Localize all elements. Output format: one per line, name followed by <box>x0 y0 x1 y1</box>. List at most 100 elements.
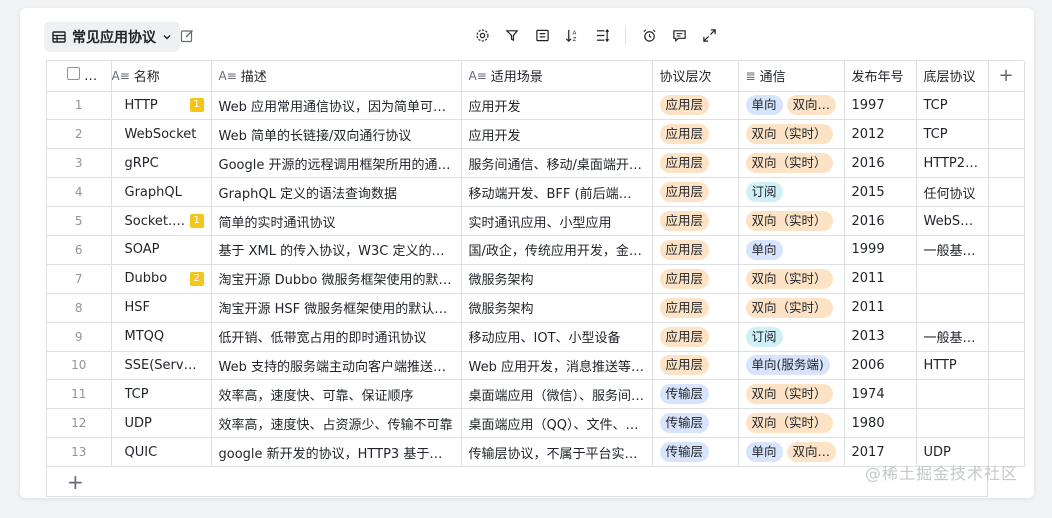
cell-layer[interactable]: 应用层 <box>652 264 739 294</box>
column-header-base[interactable]: 底层协议 <box>916 61 989 92</box>
table-row[interactable]: 7 Dubbo 2 淘宝开源 Dubbo 微服务框架使用的默认… 微服务架构 应用层 双向（… <box>47 264 1025 294</box>
cell-year[interactable]: 2012 <box>844 119 917 150</box>
comment-count-badge[interactable]: 1 <box>189 214 204 228</box>
cell-base[interactable] <box>916 293 989 323</box>
cell-scene[interactable]: 微服务架构 <box>461 293 653 323</box>
cell-scene[interactable]: 桌面端应用（QQ）、文件、… <box>461 408 653 439</box>
table-row[interactable]: 10 SSE(Server-… Web 支持的服务端主动向客户端推送的…Web 应用… <box>47 351 1025 381</box>
cell-desc[interactable]: Web 应用常用通信协议，因为简单可靠… <box>211 91 462 121</box>
cell-layer[interactable]: 应用层 <box>652 177 739 208</box>
cell-comm[interactable]: 双向（实时） <box>738 119 845 150</box>
cell-layer[interactable]: 应用层 <box>652 119 739 150</box>
cell-desc[interactable]: google 新开发的协议，HTTP3 基于它… <box>211 437 462 468</box>
row-height-icon[interactable] <box>593 26 611 44</box>
cell-desc[interactable]: Web 简单的长链接/双向通行协议 <box>211 119 462 150</box>
cell-comm[interactable]: 双向（实时） <box>738 408 845 439</box>
cell-base[interactable]: WebSo… <box>916 206 989 236</box>
table-row[interactable]: 11 TCP 效率高，速度快、可靠、保证顺序 桌面端应用（微信）、服务间… 传输层 双向（… <box>47 379 1025 410</box>
column-header-desc[interactable]: A≡ 描述 <box>211 61 462 92</box>
cell-desc[interactable]: 淘宝开源 Dubbo 微服务框架使用的默认… <box>211 264 462 294</box>
table-row[interactable]: 4 GraphQL GraphQL 定义的语法查询数据 移动端开发、BFF (前后端中… <box>47 177 1025 208</box>
cell-scene[interactable]: 微服务架构 <box>461 264 653 294</box>
group-icon[interactable] <box>533 26 551 44</box>
edit-icon[interactable] <box>180 29 194 47</box>
cell-comm[interactable]: 双向（实时） <box>738 148 845 179</box>
cell-year[interactable]: 2011 <box>844 293 917 323</box>
cell-year[interactable]: 2016 <box>844 206 917 236</box>
table-row[interactable]: 5 Socket.IO 1 简单的实时通讯协议 实时通讯应用、小型应用 应用层 双向（实时）… <box>47 206 1025 236</box>
cell-name[interactable]: Dubbo 2 <box>111 264 212 294</box>
cell-scene[interactable]: Web 应用开发，消息推送等… <box>461 351 653 381</box>
cell-base[interactable]: HTTP2… <box>916 148 989 179</box>
cell-layer[interactable]: 应用层 <box>652 206 739 236</box>
cell-comm[interactable]: 单向 <box>738 235 845 265</box>
cell-layer[interactable]: 应用层 <box>652 235 739 265</box>
cell-comm[interactable]: 单向 双向… <box>738 91 845 121</box>
table-row[interactable]: 1 HTTP 1 Web 应用常用通信协议，因为简单可靠… 应用开发 应用层 单向 双向… 19… <box>47 91 1025 121</box>
cell-name[interactable]: SSE(Server-… <box>111 351 212 381</box>
cell-year[interactable]: 1997 <box>844 91 917 121</box>
cell-scene[interactable]: 移动端开发、BFF (前后端中… <box>461 177 653 208</box>
cell-name[interactable]: GraphQL <box>111 177 212 208</box>
cell-year[interactable]: 1999 <box>844 235 917 265</box>
table-row[interactable]: 8 HSF 淘宝开源 HSF 微服务框架使用的默认协议 微服务架构 应用层 双向（实时） 2… <box>47 293 1025 323</box>
cell-name[interactable]: HSF <box>111 293 212 323</box>
cell-name[interactable]: QUIC <box>111 437 212 468</box>
cell-base[interactable] <box>916 264 989 294</box>
cell-base[interactable]: TCP <box>916 91 989 121</box>
expand-icon[interactable] <box>700 26 718 44</box>
column-header-year[interactable]: 发布年号 <box>844 61 917 92</box>
cell-comm[interactable]: 双向（实时） <box>738 264 845 294</box>
cell-layer[interactable]: 应用层 <box>652 322 739 352</box>
table-row[interactable]: 12 UDP 效率高，速度快、占资源少、传输不可靠 桌面端应用（QQ）、文件、… 传输层… <box>47 408 1025 439</box>
table-row[interactable]: 6 SOAP 基于 XML 的传入协议，W3C 定义的古… 国/政企，传统应用开发，金… <box>47 235 1025 265</box>
column-header-name[interactable]: A≡ 名称 <box>111 61 212 92</box>
cell-comm[interactable]: 双向（实时） <box>738 206 845 236</box>
cell-name[interactable]: MTQQ <box>111 322 212 352</box>
comment-count-badge[interactable]: 2 <box>189 271 204 286</box>
cell-name[interactable]: Socket.IO 1 <box>111 206 212 236</box>
cell-layer[interactable]: 传输层 <box>652 408 739 439</box>
cell-desc[interactable]: 效率高，速度快、占资源少、传输不可靠 <box>211 408 462 439</box>
add-row-button[interactable]: + <box>47 467 988 498</box>
cell-scene[interactable]: 移动应用、IOT、小型设备 <box>461 322 653 352</box>
cell-base[interactable]: 任何协议 <box>916 177 989 208</box>
view-tab[interactable]: 常见应用协议 <box>44 22 180 52</box>
cell-scene[interactable]: 桌面端应用（微信）、服务间… <box>461 379 653 410</box>
cell-base[interactable] <box>916 408 989 439</box>
cell-desc[interactable]: 基于 XML 的传入协议，W3C 定义的古… <box>211 235 462 265</box>
cell-comm[interactable]: 单向 双向… <box>738 437 845 468</box>
cell-desc[interactable]: GraphQL 定义的语法查询数据 <box>211 177 462 208</box>
cell-name[interactable]: SOAP <box>111 235 212 265</box>
cell-year[interactable]: 2011 <box>844 264 917 294</box>
cell-name[interactable]: gRPC <box>111 148 212 179</box>
settings-icon[interactable] <box>473 26 491 44</box>
cell-scene[interactable]: 传输层协议，不属于平台实现… <box>461 437 653 468</box>
cell-comm[interactable]: 单向(服务端) <box>738 351 845 381</box>
add-column-button[interactable]: + <box>988 61 1025 92</box>
cell-desc[interactable]: 简单的实时通讯协议 <box>211 206 462 236</box>
cell-year[interactable]: 2015 <box>844 177 917 208</box>
cell-year[interactable]: 2006 <box>844 351 917 381</box>
cell-name[interactable]: TCP <box>111 379 212 410</box>
cell-layer[interactable]: 应用层 <box>652 293 739 323</box>
cell-base[interactable]: 一般基… <box>916 235 989 265</box>
cell-desc[interactable]: Web 支持的服务端主动向客户端推送的… <box>211 351 462 381</box>
comment-count-badge[interactable]: 1 <box>189 98 204 113</box>
cell-year[interactable]: 1980 <box>844 408 917 439</box>
cell-scene[interactable]: 实时通讯应用、小型应用 <box>461 206 653 236</box>
cell-comm[interactable]: 订阅 <box>738 322 845 352</box>
cell-desc[interactable]: 淘宝开源 HSF 微服务框架使用的默认协议 <box>211 293 462 323</box>
cell-name[interactable]: HTTP 1 <box>111 91 212 121</box>
cell-comm[interactable]: 双向（实时） <box>738 293 845 323</box>
cell-scene[interactable]: 应用开发 <box>461 119 653 150</box>
sort-icon[interactable]: AZ <box>563 26 581 44</box>
column-header-comm[interactable]: ≣ 通信 <box>738 61 845 92</box>
table-row[interactable]: 2 WebSocket Web 简单的长链接/双向通行协议 应用开发 应用层 双向（实时）… <box>47 119 1025 150</box>
chevron-down-icon[interactable] <box>162 32 172 42</box>
cell-desc[interactable]: 效率高，速度快、可靠、保证顺序 <box>211 379 462 410</box>
cell-comm[interactable]: 订阅 <box>738 177 845 208</box>
select-all-cell[interactable]: 🔒 <box>47 61 112 92</box>
cell-layer[interactable]: 应用层 <box>652 91 739 121</box>
cell-scene[interactable]: 国/政企，传统应用开发，金… <box>461 235 653 265</box>
